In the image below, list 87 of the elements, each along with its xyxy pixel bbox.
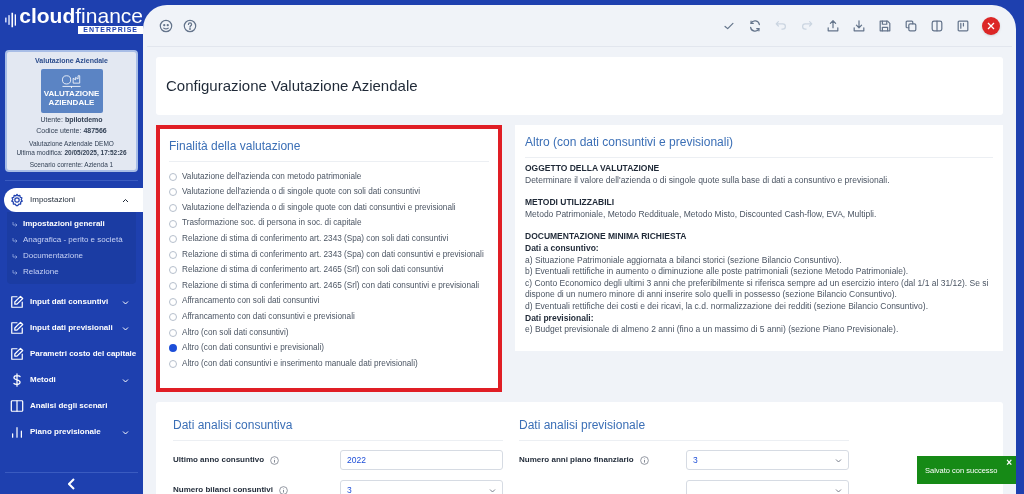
chevron-icon: [122, 197, 129, 203]
sidebar-item[interactable]: Analisi degli scenari: [4, 394, 143, 418]
board-button[interactable]: [956, 18, 970, 33]
bar-chart-icon: [10, 425, 24, 439]
chevron-icon: [122, 299, 129, 305]
submenu-item[interactable]: Anagrafica - perito e società: [23, 234, 123, 246]
close-button[interactable]: ×: [1006, 458, 1012, 468]
radio-option[interactable]: Altro (con dati consuntivi e previsionali): [169, 340, 489, 357]
book-icon: [10, 399, 24, 413]
select-field[interactable]: [686, 480, 849, 494]
radio-option[interactable]: Relazione di stima di conferimento art. 2343 (Spa) con soli dati consuntivi: [169, 231, 489, 247]
sidebar-item[interactable]: Parametri costo del capitale: [4, 342, 143, 366]
upload-button[interactable]: [826, 18, 840, 33]
chevron-icon: [122, 325, 129, 331]
info-icon: [279, 485, 288, 494]
description-text: d) Eventuali rettifiche dei costi e dei ricavi, la c.d. normalizzazione dei redditi (sezione Bilancio Consuntivo).: [525, 300, 929, 313]
radio-option[interactable]: Altro (con soli dati consuntivi): [169, 324, 489, 341]
sub-arrow-icon: [12, 253, 18, 259]
dollar-icon: [10, 373, 24, 387]
edit-icon: [10, 347, 24, 361]
radio-option[interactable]: Affrancamento con soli dati consuntivi: [169, 293, 489, 310]
description-text: b) Eventuali rettifiche in aumento o diminuzione alle poste patrimoniali (sezione Metodo Patrimoniale).: [525, 266, 910, 278]
copy-button[interactable]: [904, 18, 918, 33]
close-icon: [987, 21, 995, 30]
description-text: Metodo Patrimoniale, Metodo Reddituale, Metodo Misto, Discounted Cash-flow, EVA, Multipli.: [525, 208, 878, 221]
subsection-heading: Dati a consuntivo:: [525, 242, 600, 255]
description-text: e) Budget previsionale di almeno 2 anni (fino a un massimo di 5 anni) (sezione Piano Previsionale).: [525, 324, 900, 336]
collapse-chevron-icon[interactable]: [67, 477, 76, 490]
radio-option[interactable]: Trasformazione soc. di persona in soc. di capitale: [169, 215, 489, 232]
sub-arrow-icon: [12, 237, 18, 243]
tile-caption: VALUTAZIONE AZIENDALE: [42, 89, 101, 107]
sidebar-item[interactable]: Input dati previsionali: [4, 316, 143, 340]
chevron-icon: [835, 487, 842, 493]
radio-option[interactable]: Relazione di stima di conferimento art. 2465 (Srl) con soli dati consuntivi: [169, 262, 489, 279]
section-heading: DOCUMENTAZIONE MINIMA RICHIESTA: [525, 231, 688, 243]
radio-option[interactable]: Valutazione dell'azienda con metodo patrimoniale: [169, 169, 489, 185]
section-heading: METODI UTILIZZABILI: [525, 197, 616, 209]
radio-option[interactable]: Relazione di stima di conferimento art. 2465 (Srl) con dati consuntivi e previsionali: [169, 278, 489, 294]
description-text: a) Situazione Patrimoniale aggiornata a bilanci storici (sezione Bilancio Consuntivo).: [525, 254, 843, 267]
radio-option[interactable]: Valutazione dell'azienda o di singole quote con dati consuntivi e previsionali: [169, 200, 489, 216]
gear-icon: [10, 193, 24, 207]
sidebar-item[interactable]: Input dati consuntivi: [4, 290, 143, 314]
sidebar-item[interactable]: Metodi: [4, 368, 143, 392]
logo-icon: [5, 10, 17, 30]
chevron-icon: [122, 429, 129, 435]
save-button[interactable]: [878, 18, 892, 33]
edit-icon: [10, 295, 24, 309]
sidebar-item[interactable]: Impostazioni: [4, 188, 143, 212]
description-text: c) Conto Economico degli ultimi 3 anni che preferibilmente si riferisca sempre ad un esercizio intero (dal 1/1 al 31/12). Se si dispone di un numero minore di anni inserire solo quelli in possesso (sezione Bilancio Consuntivo).: [525, 277, 990, 301]
input-field[interactable]: 2022: [340, 450, 503, 470]
sidebar-item[interactable]: Piano previsionale: [4, 420, 143, 444]
description-text: Determinare il valore dell'azienda o di singole quote sulla base di dati a consuntivo e previsionali.: [525, 174, 891, 187]
refresh-button[interactable]: [748, 18, 762, 33]
field-label: Ultimo anno consuntivo: [173, 454, 265, 466]
subsection-heading: Dati previsionali:: [525, 312, 595, 325]
chevron-icon: [489, 487, 496, 493]
sub-arrow-icon: [12, 221, 18, 227]
radio-option[interactable]: Valutazione dell'azienda o di singole quote con soli dati consuntivi: [169, 184, 489, 201]
info-icon: [270, 455, 280, 465]
submenu-item[interactable]: Documentazione: [23, 250, 84, 262]
field-label: Numero bilanci consuntivi: [173, 484, 273, 494]
radio-option[interactable]: Relazione di stima di conferimento art. 2343 (Spa) con dati consuntivi e previsionali: [169, 246, 489, 263]
select-field[interactable]: 3: [686, 450, 849, 470]
columns-button[interactable]: [930, 18, 944, 33]
scale-icon: [60, 74, 83, 89]
chevron-icon: [835, 457, 842, 463]
field-label: Numero anni piano finanziario: [519, 454, 634, 466]
radio-option[interactable]: Affrancamento con dati consuntivi e previsionali: [169, 309, 489, 325]
page-title: Configurazione Valutazione Aziendale: [166, 75, 418, 96]
section-heading: OGGETTO DELLA VALUTAZIONE: [525, 163, 661, 175]
submenu-item[interactable]: Impostazioni generali: [23, 218, 105, 230]
logo-text: cloudfinance: [19, 6, 143, 26]
edit-icon: [10, 321, 24, 335]
section-title: Dati analisi previsionale: [519, 416, 849, 441]
face-button[interactable]: [159, 18, 173, 33]
sub-arrow-icon: [12, 269, 18, 275]
section-title: Dati analisi consuntiva: [173, 416, 503, 441]
card-title: Finalità della valutazione: [169, 137, 489, 162]
download-button[interactable]: [852, 18, 866, 33]
info-icon: [639, 455, 649, 465]
select-field[interactable]: 3: [340, 480, 503, 494]
radio-option[interactable]: Altro (con dati consuntivi e inserimento manuale dati previsionali): [169, 356, 489, 372]
chevron-icon: [122, 377, 129, 383]
help-button[interactable]: [183, 18, 197, 33]
card-title: Altro (con dati consuntivi e previsionali): [525, 133, 993, 158]
close-button[interactable]: [982, 16, 1000, 35]
submenu-item[interactable]: Relazione: [23, 266, 59, 278]
